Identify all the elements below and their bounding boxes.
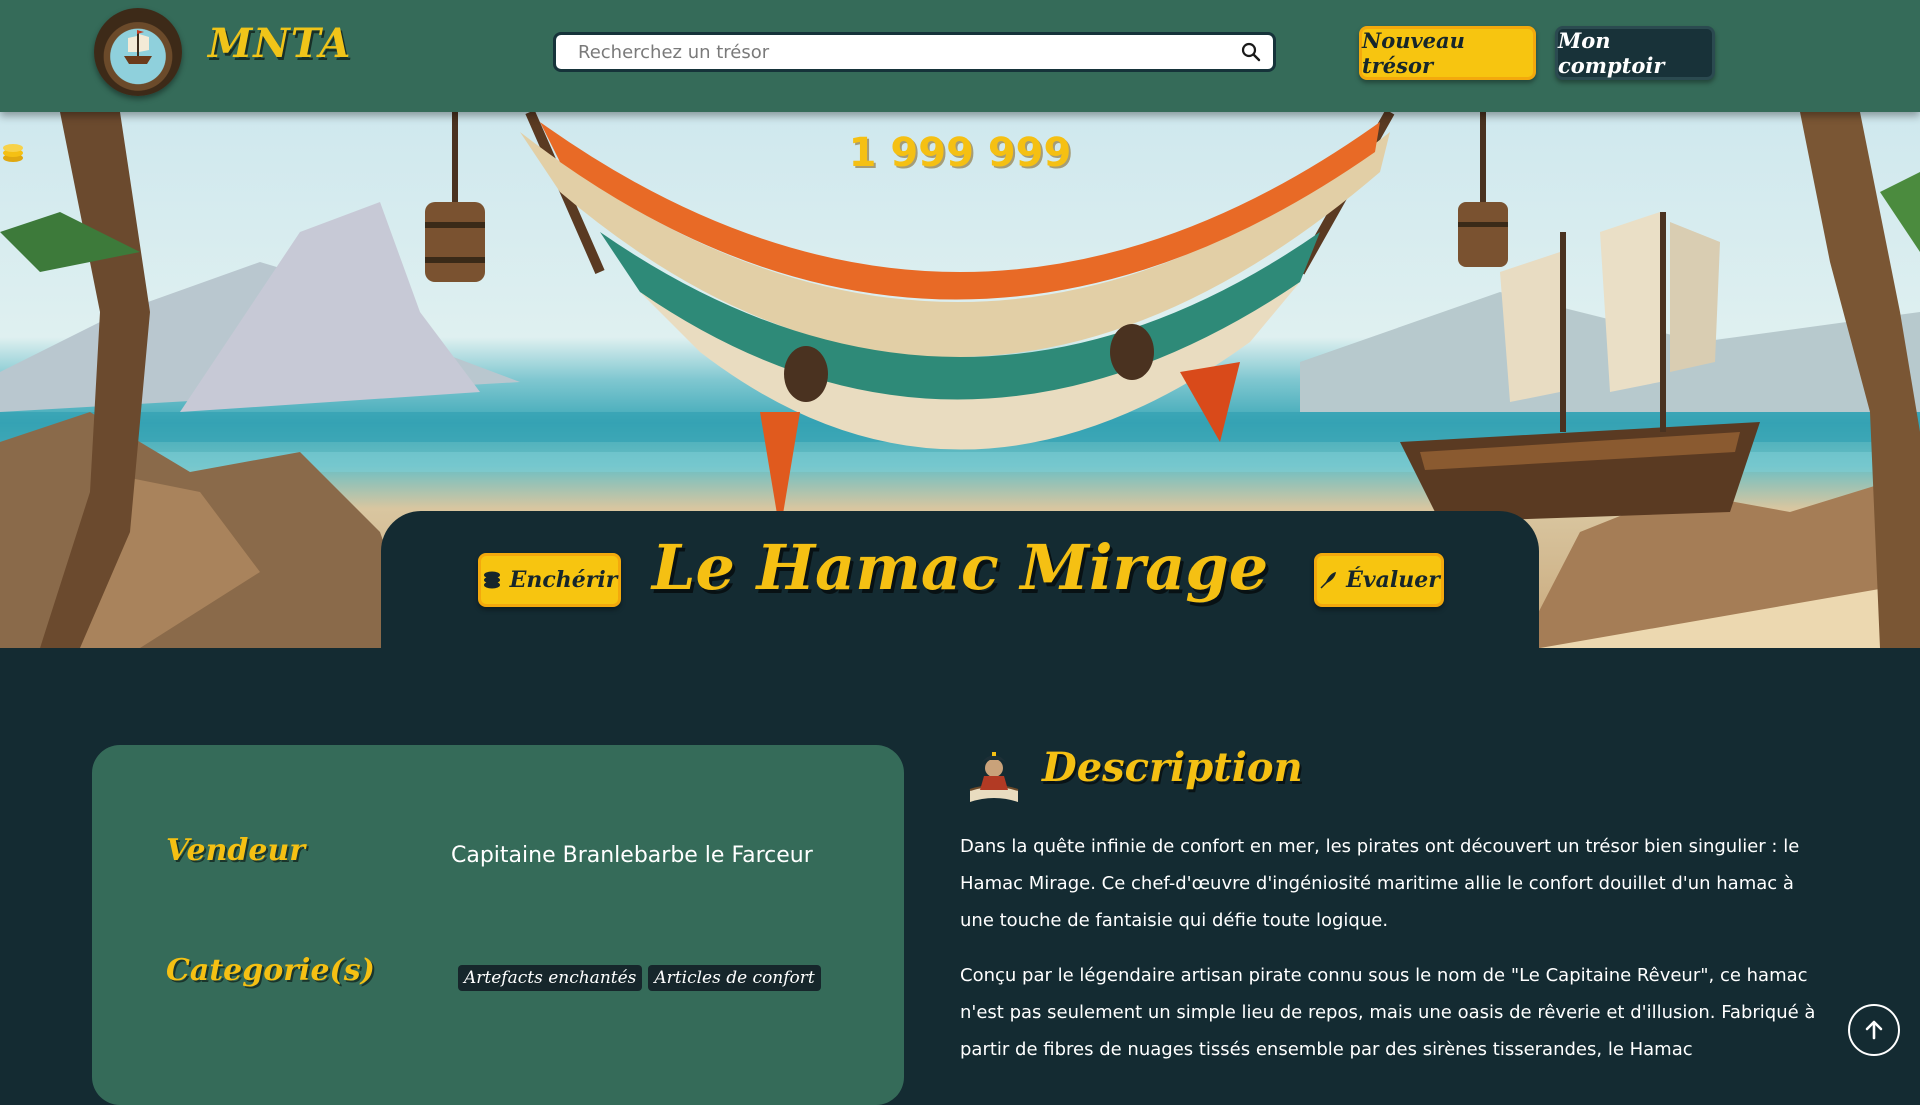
search-input[interactable] <box>556 35 1216 69</box>
rate-label: Évaluer <box>1346 567 1440 593</box>
quill-icon <box>1320 572 1337 589</box>
category-tag[interactable]: Artefacts enchantés <box>458 965 643 991</box>
new-treasure-label: Nouveau trésor <box>1362 28 1465 78</box>
item-info-card: Vendeur Capitaine Branlebarbe le Farceur… <box>92 745 904 1105</box>
logo[interactable] <box>94 8 182 96</box>
pirate-book-icon <box>969 752 1019 802</box>
price-display: 1 999 999 <box>0 130 1920 176</box>
new-treasure-button[interactable]: Nouveau trésor <box>1359 26 1536 80</box>
category-tag[interactable]: Articles de confort <box>648 965 821 991</box>
ship-logo-icon <box>124 30 152 64</box>
arrow-up-icon <box>1865 1020 1883 1040</box>
rate-button[interactable]: Évaluer <box>1314 553 1444 607</box>
scroll-to-top-button[interactable] <box>1848 1004 1900 1056</box>
item-title-panel: Enchérir Le Hamac Mirage Évaluer <box>381 511 1539 701</box>
seller-label: Vendeur <box>166 833 306 868</box>
coins-icon <box>3 144 23 162</box>
my-counter-label: Mon comptoir <box>1558 28 1665 78</box>
description-paragraph: Dans la quête infinie de confort en mer,… <box>960 836 1800 931</box>
price-value: 1 999 999 <box>848 130 1072 176</box>
search-icon[interactable] <box>1241 42 1261 62</box>
description-heading: Description <box>1042 744 1303 791</box>
navbar: MNTA Nouveau trésor Mon comptoir <box>0 0 1920 112</box>
description-paragraph: Conçu par le légendaire artisan pirate c… <box>960 965 1816 1060</box>
brand-name[interactable]: MNTA <box>208 20 351 67</box>
category-tags: Artefacts enchantés Articles de confort <box>458 965 821 991</box>
description-body: Dans la quête infinie de confort en mer,… <box>960 828 1832 1086</box>
my-counter-button[interactable]: Mon comptoir <box>1555 26 1715 80</box>
seller-value[interactable]: Capitaine Branlebarbe le Farceur <box>451 843 813 868</box>
categories-label: Categorie(s) <box>166 953 375 988</box>
search-bar <box>553 32 1276 72</box>
